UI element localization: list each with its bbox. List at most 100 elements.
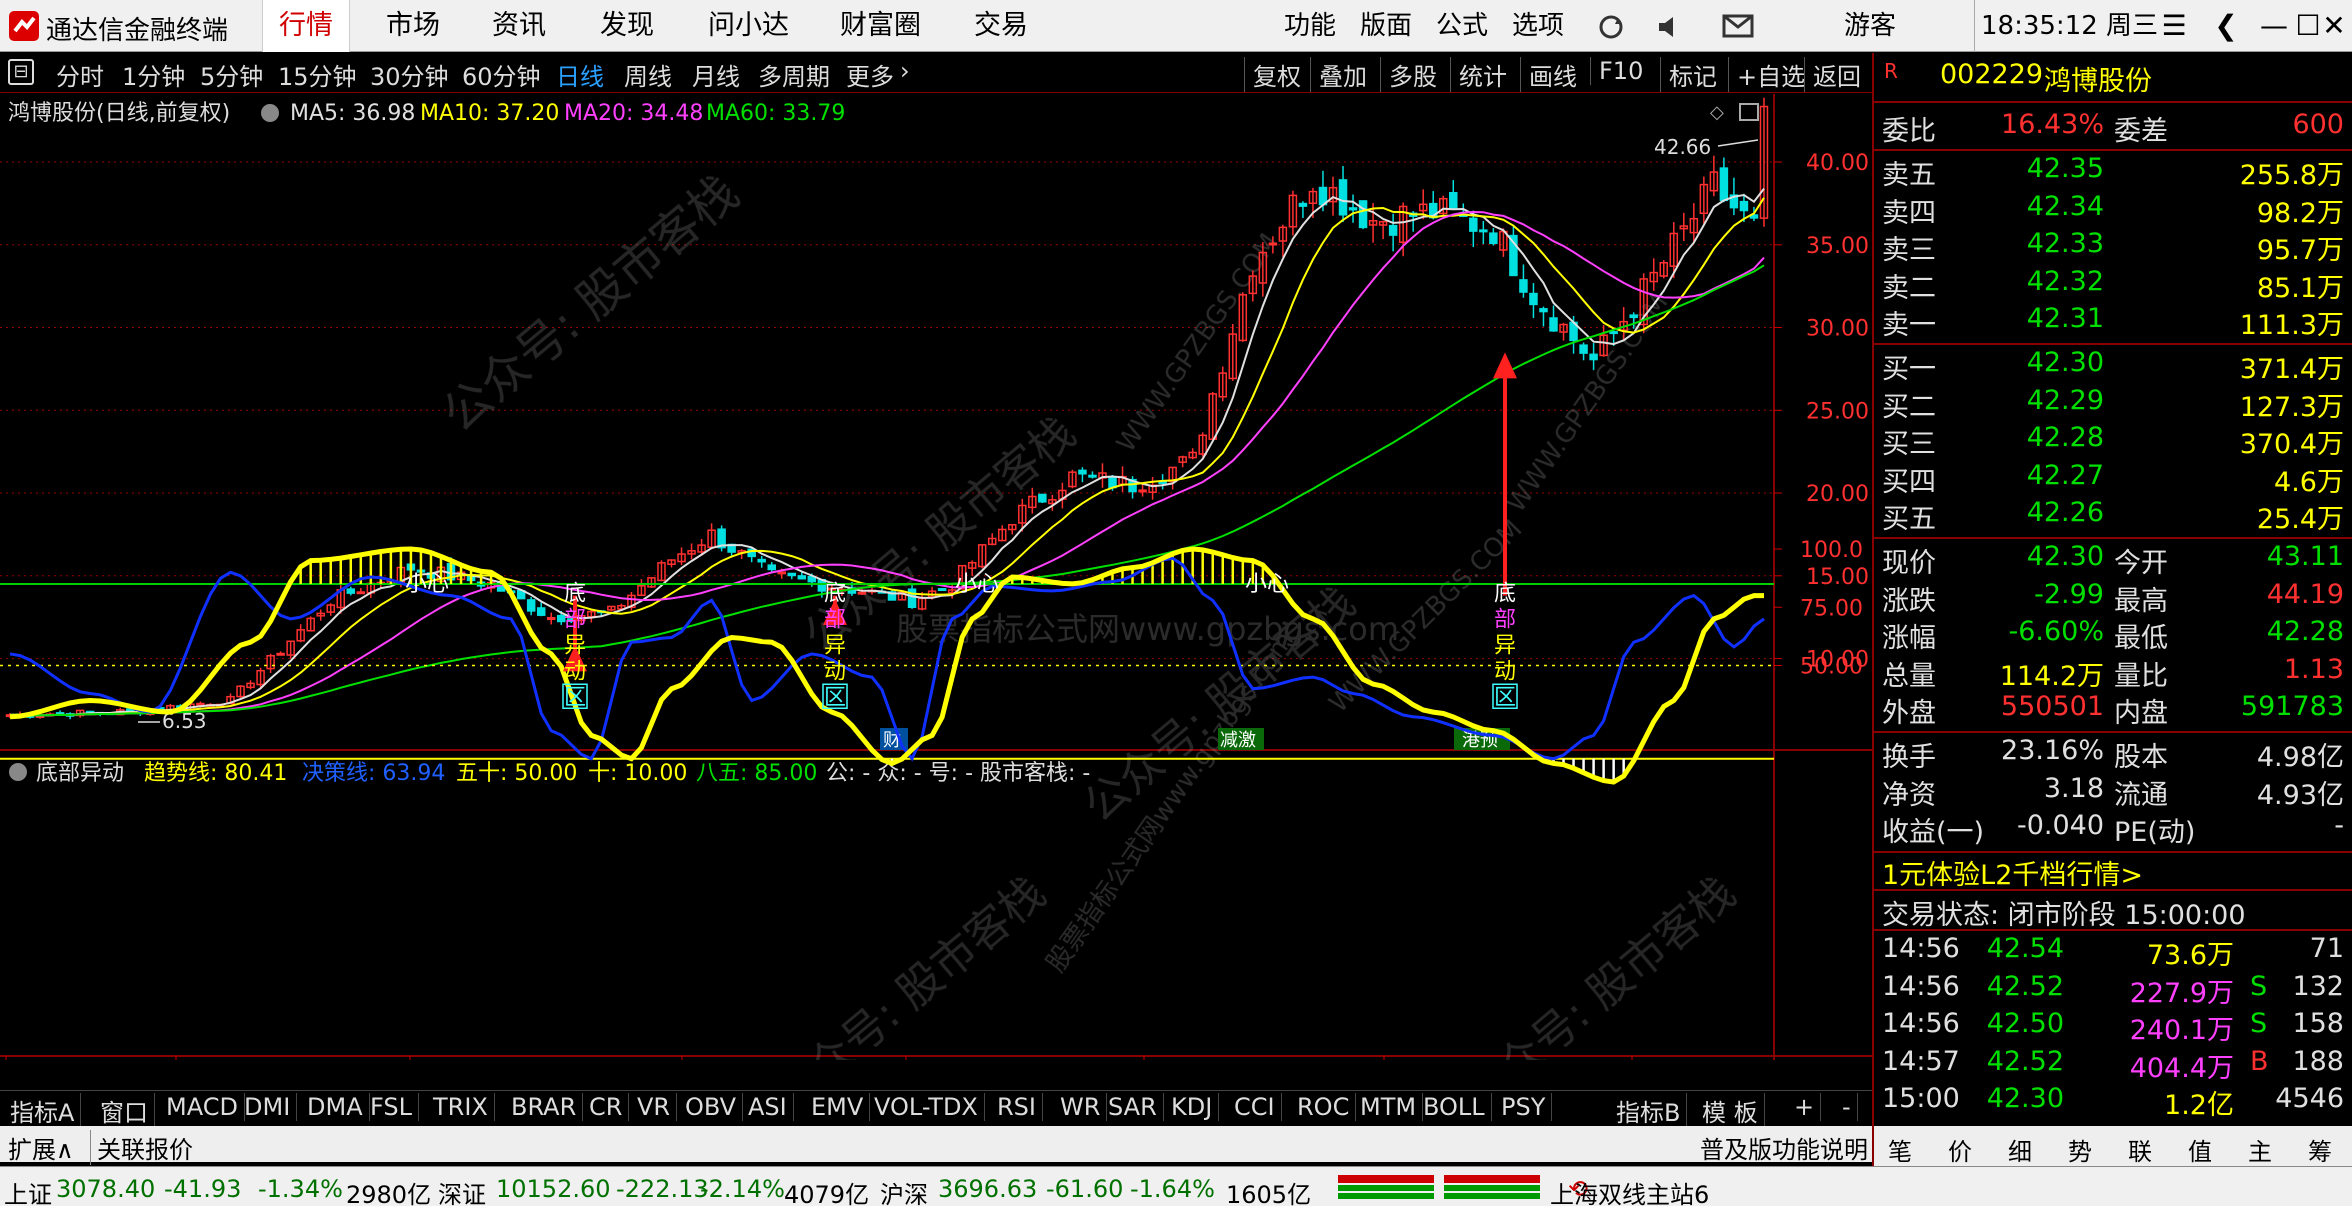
indicator-tab-kdj[interactable]: KDJ xyxy=(1165,1093,1220,1121)
indicator-tab-right-3[interactable]: - xyxy=(1836,1093,1858,1121)
diamond-icon[interactable]: ◇ xyxy=(1710,102,1724,123)
period-more[interactable]: 更多 xyxy=(846,57,894,92)
indicator-tab-psy[interactable]: PSY xyxy=(1495,1093,1553,1121)
menu-caifuquan[interactable]: 财富圈 xyxy=(824,0,937,52)
indicator-tab-dmi[interactable]: DMI xyxy=(238,1093,298,1121)
refresh-icon[interactable] xyxy=(1596,12,1626,42)
quote-tab-3[interactable]: 势 xyxy=(2068,1132,2092,1167)
server-name[interactable]: 上海双线主站6 xyxy=(1550,1175,1709,1206)
quote-tab-4[interactable]: 联 xyxy=(2128,1132,2152,1167)
tool-duogu[interactable]: 多股 xyxy=(1380,57,1437,92)
indicator-tab-vol-tdx[interactable]: VOL-TDX xyxy=(868,1093,985,1121)
period-weekly[interactable]: 周线 xyxy=(624,57,672,92)
indicator-tab-mtm[interactable]: MTM xyxy=(1354,1093,1424,1121)
sound-icon[interactable] xyxy=(1656,14,1686,40)
indicator-tab-vr[interactable]: VR xyxy=(631,1093,678,1121)
menu-banmian[interactable]: 版面 xyxy=(1360,0,1412,52)
indicator-settings-icon[interactable] xyxy=(9,763,27,781)
candle-body xyxy=(1629,314,1638,319)
related-quote-button[interactable]: 关联报价 xyxy=(90,1130,193,1165)
tool-fuquan[interactable]: 复权 xyxy=(1244,57,1301,92)
back-icon[interactable]: ❮ xyxy=(2200,0,2252,52)
window-icon[interactable] xyxy=(1739,103,1759,121)
expand-button[interactable]: 扩展∧ xyxy=(8,1130,74,1165)
user-label[interactable]: 游客 xyxy=(1844,0,1896,52)
indicator-tab-boll[interactable]: BOLL xyxy=(1417,1093,1492,1121)
period-fenshi[interactable]: 分时 xyxy=(56,57,104,92)
tool-diejia[interactable]: 叠加 xyxy=(1310,57,1367,92)
menu-icon[interactable]: ☰ xyxy=(2148,0,2200,52)
tool-f10[interactable]: F10 xyxy=(1590,57,1643,85)
indicator-tab-cr[interactable]: CR xyxy=(583,1093,630,1121)
quote-tab-2[interactable]: 细 xyxy=(2008,1132,2032,1167)
menu-jiaoyi[interactable]: 交易 xyxy=(958,0,1044,52)
indicator-tab-sar[interactable]: SAR xyxy=(1102,1093,1164,1121)
menu-xuanxiang[interactable]: 选项 xyxy=(1512,0,1564,52)
caution-label: 小心 xyxy=(1245,572,1289,597)
kline-chart[interactable]: 40.0035.0030.0025.0020.0015.0010.00 鸿博股份… xyxy=(0,94,1872,1122)
quote-tab-0[interactable]: 笔 xyxy=(1888,1132,1912,1167)
stat-row-cell: 591783 xyxy=(2240,691,2344,722)
indicator-tab-指标a[interactable]: 指标A xyxy=(4,1093,82,1128)
quote-tab-5[interactable]: 值 xyxy=(2188,1132,2212,1167)
period-15min[interactable]: 15分钟 xyxy=(278,57,357,92)
tool-zixuan[interactable]: +自选 xyxy=(1728,57,1805,92)
mail-icon[interactable] xyxy=(1722,14,1754,38)
quote-tab-7[interactable]: 筹 xyxy=(2308,1132,2332,1167)
period-monthly[interactable]: 月线 xyxy=(692,57,740,92)
period-30min[interactable]: 30分钟 xyxy=(370,57,449,92)
indicator-tab-obv[interactable]: OBV xyxy=(679,1093,744,1121)
edition-info-link[interactable]: 普及版功能说明 xyxy=(1700,1130,1868,1165)
tool-huaxian[interactable]: 画线 xyxy=(1520,57,1577,92)
sell-level-row-cell: 卖四 xyxy=(1882,197,1936,229)
grid-toggle-icon[interactable]: ⊟ xyxy=(8,59,34,85)
fundamental-row-cell: 4.98亿 xyxy=(2256,742,2344,773)
indicator-tab-trix[interactable]: TRIX xyxy=(427,1093,495,1121)
menu-shichang[interactable]: 市场 xyxy=(370,0,456,52)
indicator-tab-fsl[interactable]: FSL xyxy=(364,1093,419,1121)
close-icon[interactable]: ✕ xyxy=(2316,0,2352,52)
menu-gongneng[interactable]: 功能 xyxy=(1284,0,1336,52)
indicator-tab-right-0[interactable]: 指标B xyxy=(1610,1093,1688,1128)
tool-tongji[interactable]: 统计 xyxy=(1450,57,1507,92)
sz-index-pct: -2.14% xyxy=(700,1175,785,1203)
quote-tab-1[interactable]: 价 xyxy=(1948,1132,1972,1167)
chevron-right-icon[interactable]: › xyxy=(900,57,910,85)
indicator-tab-dma[interactable]: DMA xyxy=(301,1093,370,1121)
chart-area[interactable]: 40.00 35.00 30.00 25.00 20.00 15.00 10.00 鸿博股份… xyxy=(0,94,1872,1122)
indicator-tab-brar[interactable]: BRAR xyxy=(505,1093,584,1121)
indicator-tab-wr[interactable]: WR xyxy=(1054,1093,1108,1121)
indicator-tab-cci[interactable]: CCI xyxy=(1228,1093,1282,1121)
indicator-tab-macd[interactable]: MACD xyxy=(160,1093,245,1121)
tick-row-cell: B xyxy=(2250,1045,2269,1077)
tool-biaoji[interactable]: 标记 xyxy=(1660,57,1717,92)
indicator-tab-asi[interactable]: ASI xyxy=(742,1093,794,1121)
period-60min[interactable]: 60分钟 xyxy=(462,57,541,92)
stat-row-cell: 今开 xyxy=(2114,548,2168,579)
indicator-tab-roc[interactable]: ROC xyxy=(1291,1093,1357,1121)
indicator-tab-right-1[interactable]: 模 板 xyxy=(1696,1093,1765,1128)
period-multi[interactable]: 多周期 xyxy=(758,57,830,92)
menu-faxian[interactable]: 发现 xyxy=(584,0,670,52)
period-daily[interactable]: 日线 xyxy=(556,57,604,92)
watermark-text: 股票指标公式网www.gpzbgs.com xyxy=(1041,626,1300,978)
indicator-tab-emv[interactable]: EMV xyxy=(805,1093,871,1121)
period-1min[interactable]: 1分钟 xyxy=(122,57,185,92)
tool-fanhui[interactable]: 返回 xyxy=(1804,57,1861,92)
quote-tab-6[interactable]: 主 xyxy=(2248,1132,2272,1167)
tick-row-cell: 14:56 xyxy=(1882,970,1960,1002)
settings-dot-icon[interactable] xyxy=(261,104,279,122)
menu-zixun[interactable]: 资讯 xyxy=(476,0,562,52)
bottom-signal-char: 动 xyxy=(1494,659,1516,684)
indicator-tab-窗口[interactable]: 窗口 xyxy=(94,1093,155,1128)
candle-body xyxy=(276,652,285,656)
indicator-tab-right-2[interactable]: + xyxy=(1788,1093,1822,1121)
menu-gongshi[interactable]: 公式 xyxy=(1436,0,1488,52)
ma60-label: MA60: 33.79 xyxy=(706,101,845,126)
menu-wenxiaoda[interactable]: 问小达 xyxy=(692,0,805,52)
period-5min[interactable]: 5分钟 xyxy=(200,57,263,92)
indicator-tab-rsi[interactable]: RSI xyxy=(991,1093,1043,1121)
watermark-text: 股票指标公式网www.gpzbgs.com xyxy=(896,610,1399,648)
fundamental-row-cell: - xyxy=(2334,810,2344,841)
menu-hangqing[interactable]: 行情 xyxy=(262,0,350,52)
